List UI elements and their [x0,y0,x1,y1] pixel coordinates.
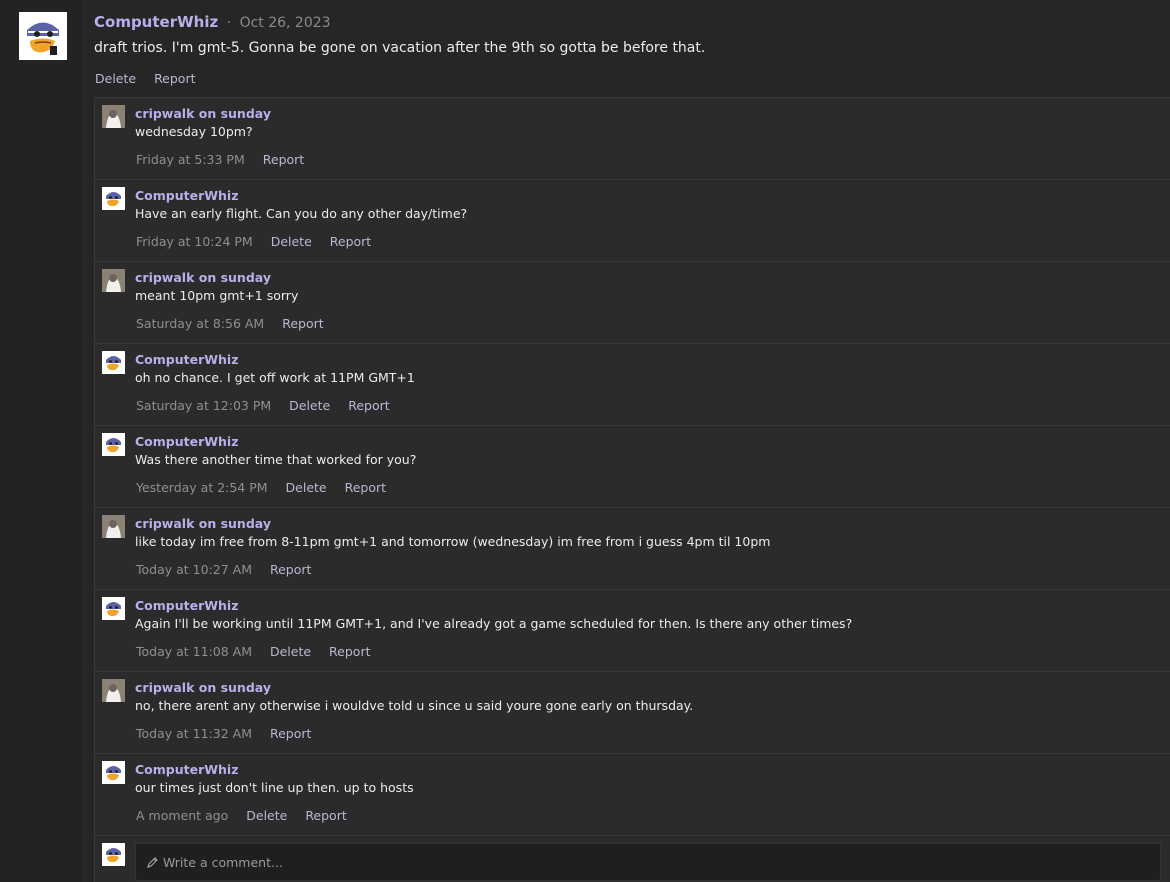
comment-composer: Write a comment... [95,836,1170,882]
comment-author[interactable]: ComputerWhiz [135,188,239,203]
pencil-icon [147,856,158,868]
comment-item: ComputerWhiz our times just don't line u… [95,754,1170,836]
comment-text: no, there arent any otherwise i wouldve … [135,698,694,713]
duck-avatar[interactable] [19,12,67,60]
comment-item: cripwalk on sunday like today im free fr… [95,508,1170,590]
comment-report-link[interactable]: Report [263,152,304,167]
comment-report-link[interactable]: Report [270,562,311,577]
comment-text: wednesday 10pm? [135,124,253,139]
comment-delete-link[interactable]: Delete [289,398,330,413]
duck-avatar[interactable] [102,843,125,866]
comment-author[interactable]: cripwalk on sunday [135,680,271,695]
comment-item: ComputerWhiz Have an early flight. Can y… [95,180,1170,262]
comment-time: Saturday at 12:03 PM [136,398,272,413]
post-header: ComputerWhiz · Oct 26, 2023 [94,13,331,31]
comment-text: Was there another time that worked for y… [135,452,417,467]
comment-time: Friday at 10:24 PM [136,234,253,249]
comment-list: cripwalk on sunday wednesday 10pm? Frida… [94,97,1170,882]
comment-author[interactable]: ComputerWhiz [135,434,239,449]
duck-avatar[interactable] [102,761,125,784]
post-body: draft trios. I'm gmt-5. Gonna be gone on… [94,40,706,56]
duck-avatar[interactable] [102,351,125,374]
user-photo-avatar[interactable] [102,515,125,538]
comment-report-link[interactable]: Report [348,398,389,413]
post-author[interactable]: ComputerWhiz [94,13,218,31]
comment-delete-link[interactable]: Delete [270,644,311,659]
comment-report-link[interactable]: Report [329,644,370,659]
comment-text: our times just don't line up then. up to… [135,780,414,795]
comment-time: Saturday at 8:56 AM [136,316,265,331]
comment-meta: Friday at 5:33 PM Report [136,152,318,167]
post-date: Oct 26, 2023 [239,15,331,31]
comment-author[interactable]: ComputerWhiz [135,598,239,613]
comment-author[interactable]: ComputerWhiz [135,352,239,367]
user-photo-avatar[interactable] [102,269,125,292]
comment-meta: Yesterday at 2:54 PM Delete Report [136,480,400,495]
comment-meta: Friday at 10:24 PM Delete Report [136,234,385,249]
post-actions: Delete Report [95,71,210,86]
comment-report-link[interactable]: Report [345,480,386,495]
user-photo-avatar[interactable] [102,105,125,128]
comment-input[interactable]: Write a comment... [135,843,1161,881]
comment-author[interactable]: cripwalk on sunday [135,270,271,285]
comment-delete-link[interactable]: Delete [246,808,287,823]
comment-delete-link[interactable]: Delete [286,480,327,495]
comment-item: ComputerWhiz Again I'll be working until… [95,590,1170,672]
comment-time: Today at 11:32 AM [136,726,252,741]
comment-text: oh no chance. I get off work at 11PM GMT… [135,370,415,385]
comment-meta: A moment ago Delete Report [136,808,361,823]
comment-text: Again I'll be working until 11PM GMT+1, … [135,616,853,631]
post-separator: · [226,15,232,31]
comment-placeholder: Write a comment... [163,854,283,870]
duck-avatar[interactable] [102,187,125,210]
user-photo-avatar[interactable] [102,679,125,702]
comment-report-link[interactable]: Report [282,316,323,331]
comment-time: Friday at 5:33 PM [136,152,245,167]
comment-time: Yesterday at 2:54 PM [136,480,268,495]
page: ComputerWhiz · Oct 26, 2023 draft trios.… [0,0,1170,882]
comment-text: like today im free from 8-11pm gmt+1 and… [135,534,771,549]
comment-meta: Today at 11:08 AM Delete Report [136,644,384,659]
comment-text: Have an early flight. Can you do any oth… [135,206,468,221]
comment-meta: Today at 11:32 AM Report [136,726,325,741]
comment-item: cripwalk on sunday meant 10pm gmt+1 sorr… [95,262,1170,344]
comment-item: ComputerWhiz oh no chance. I get off wor… [95,344,1170,426]
duck-avatar[interactable] [102,597,125,620]
comment-item: ComputerWhiz Was there another time that… [95,426,1170,508]
comment-text: meant 10pm gmt+1 sorry [135,288,299,303]
comment-report-link[interactable]: Report [305,808,346,823]
comment-report-link[interactable]: Report [330,234,371,249]
comment-item: cripwalk on sunday wednesday 10pm? Frida… [95,98,1170,180]
comment-time: Today at 11:08 AM [136,644,252,659]
comment-author[interactable]: cripwalk on sunday [135,106,271,121]
comment-meta: Today at 10:27 AM Report [136,562,325,577]
comment-delete-link[interactable]: Delete [271,234,312,249]
left-gutter [0,0,83,882]
comment-meta: Saturday at 12:03 PM Delete Report [136,398,404,413]
comment-author[interactable]: ComputerWhiz [135,762,239,777]
duck-avatar[interactable] [102,433,125,456]
post-delete-link[interactable]: Delete [95,71,136,86]
post-report-link[interactable]: Report [154,71,195,86]
comment-report-link[interactable]: Report [270,726,311,741]
comment-time: A moment ago [136,808,229,823]
comment-item: cripwalk on sunday no, there arent any o… [95,672,1170,754]
comment-author[interactable]: cripwalk on sunday [135,516,271,531]
comment-meta: Saturday at 8:56 AM Report [136,316,338,331]
comment-time: Today at 10:27 AM [136,562,252,577]
